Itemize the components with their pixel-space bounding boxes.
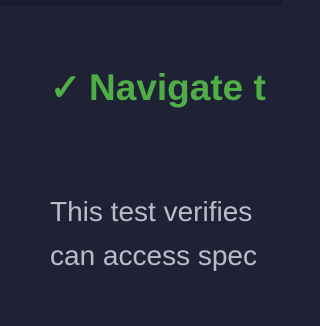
panel-top-edge — [0, 0, 283, 6]
test-description-line: can access spec — [50, 240, 257, 271]
test-title-row: ✓ Navigate t — [50, 66, 266, 110]
test-title: Navigate t — [89, 67, 266, 108]
test-detail-panel: ✓ Navigate t This test verifies can acces… — [0, 0, 283, 326]
check-icon: ✓ — [50, 67, 82, 108]
test-description-line: This test verifies — [50, 196, 253, 227]
test-description: This test verifies can access spec — [50, 190, 283, 278]
